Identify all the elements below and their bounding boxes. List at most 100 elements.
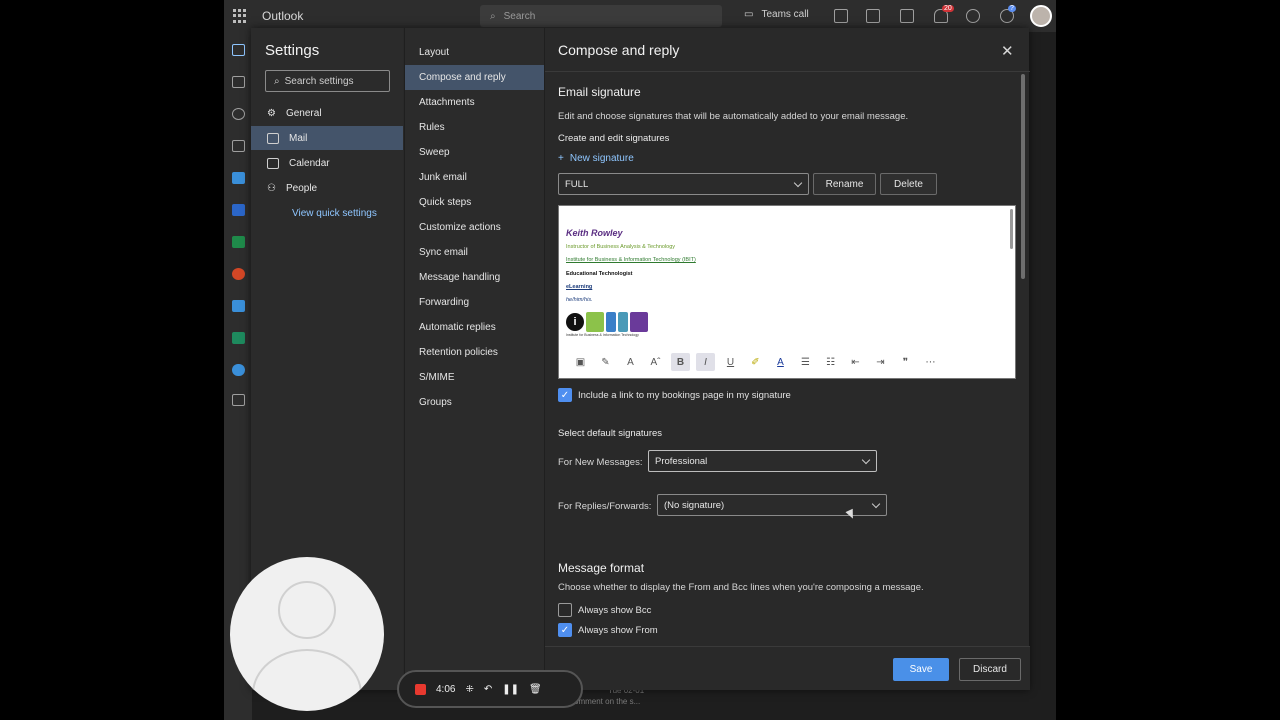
quote-icon[interactable]: ❞ [896, 353, 915, 371]
font-color-icon[interactable]: A [771, 353, 790, 371]
signature-editor[interactable]: Keith Rowley Instructor of Business Anal… [558, 205, 1016, 379]
font-size-icon[interactable]: Aˆ [646, 353, 665, 371]
category-people[interactable]: ⚇ People [251, 176, 403, 200]
category-general[interactable]: ⚙ General [251, 101, 403, 125]
save-button[interactable]: Save [893, 658, 949, 681]
calendar-icon[interactable] [232, 76, 245, 88]
subnav-quick-steps[interactable]: Quick steps [405, 190, 544, 215]
mail-icon [267, 132, 279, 144]
more-apps-icon[interactable] [232, 394, 245, 406]
video-icon: ▭ [744, 9, 754, 20]
subnav-rules[interactable]: Rules [405, 115, 544, 140]
delete-button[interactable]: Delete [880, 173, 937, 195]
signature-select-value: FULL [565, 178, 589, 190]
subnav-junk-email[interactable]: Junk email [405, 165, 544, 190]
trash-icon[interactable]: 🗑 [529, 684, 542, 695]
undo-icon[interactable]: ↶ [484, 684, 492, 695]
subnav-customize-actions[interactable]: Customize actions [405, 215, 544, 240]
gear-icon: ⚙ [267, 107, 276, 119]
office-icon[interactable] [866, 9, 880, 23]
subnav-layout[interactable]: Layout [405, 40, 544, 65]
subnav-forwarding[interactable]: Forwarding [405, 290, 544, 315]
todo-icon[interactable] [232, 172, 245, 184]
subnav-sync-email[interactable]: Sync email [405, 240, 544, 265]
decrease-indent-icon[interactable]: ⇤ [846, 353, 865, 371]
teams-call-button[interactable]: ▭ Teams call [744, 9, 809, 20]
pane-scrollbar[interactable] [1021, 74, 1025, 279]
subnav-compose-and-reply[interactable]: Compose and reply [405, 65, 544, 90]
bookings-checkbox[interactable]: ✓ [558, 388, 572, 402]
new-signature-button[interactable]: + New signature [558, 153, 634, 164]
close-icon[interactable]: ✕ [1001, 42, 1014, 60]
top-search-placeholder: Search [503, 10, 536, 22]
word-icon[interactable] [232, 204, 245, 216]
chat-icon[interactable] [834, 9, 848, 23]
editor-scrollbar[interactable] [1010, 209, 1013, 249]
subnav-retention-policies[interactable]: Retention policies [405, 340, 544, 365]
settings-search-input[interactable]: ⌕ Search settings [265, 70, 390, 92]
teams-call-label: Teams call [761, 9, 809, 20]
search-icon: ⌕ [274, 75, 280, 87]
logo-bar-teal [618, 312, 628, 332]
category-mail-label: Mail [289, 132, 308, 144]
avatar[interactable] [1030, 5, 1052, 27]
underline-icon[interactable]: U [721, 353, 740, 371]
format-painter-icon[interactable]: ✎ [596, 353, 615, 371]
font-icon[interactable]: A [621, 353, 640, 371]
subnav-automatic-replies[interactable]: Automatic replies [405, 315, 544, 340]
italic-icon[interactable]: I [696, 353, 715, 371]
sway-icon[interactable] [232, 332, 245, 344]
pause-icon[interactable]: ❚❚ [502, 684, 519, 695]
app-name[interactable]: Outlook [262, 9, 303, 23]
new-messages-label: For New Messages: [558, 457, 643, 468]
yammer-icon[interactable] [232, 300, 245, 312]
gear-icon[interactable] [966, 9, 980, 23]
increase-indent-icon[interactable]: ⇥ [871, 353, 890, 371]
discard-button[interactable]: Discard [959, 658, 1021, 681]
signature-select[interactable]: FULL [558, 173, 809, 195]
attach-icon[interactable] [232, 140, 245, 152]
settings-search-placeholder: Search settings [284, 75, 354, 87]
category-mail[interactable]: Mail [251, 126, 403, 150]
subnav-attachments[interactable]: Attachments [405, 90, 544, 115]
compose-reply-pane: Compose and reply ✕ Email signature Edit… [544, 28, 1030, 690]
category-calendar-label: Calendar [289, 157, 330, 169]
default-signatures-heading: Select default signatures [558, 428, 663, 439]
people-icon[interactable] [232, 108, 245, 120]
powerpoint-icon[interactable] [232, 268, 245, 280]
rename-button[interactable]: Rename [813, 173, 876, 195]
subnav-groups[interactable]: Groups [405, 390, 544, 415]
checkmark-icon: ✓ [560, 624, 570, 636]
mail-icon[interactable] [232, 44, 245, 56]
grid-icon[interactable]: ⁜ [465, 684, 473, 695]
onedrive-icon[interactable] [232, 364, 245, 376]
app-launcher-icon[interactable] [233, 9, 247, 23]
numbering-icon[interactable]: ☷ [821, 353, 840, 371]
more-options-icon[interactable]: ⋯ [921, 353, 940, 371]
category-people-label: People [285, 182, 318, 194]
view-quick-settings-link[interactable]: View quick settings [292, 208, 377, 219]
create-signatures-label: Create and edit signatures [558, 133, 670, 144]
subnav-smime[interactable]: S/MIME [405, 365, 544, 390]
subnav-message-handling[interactable]: Message handling [405, 265, 544, 290]
from-checkbox[interactable]: ✓ [558, 623, 572, 637]
webcam-overlay [230, 557, 384, 711]
top-search-box[interactable]: ⌕ Search [480, 5, 722, 27]
new-messages-select[interactable]: Professional [648, 450, 877, 472]
highlight-icon[interactable]: ✐ [746, 353, 765, 371]
feedback-icon[interactable] [900, 9, 914, 23]
signature-line-1: Instructor of Business Analysis & Techno… [566, 244, 676, 250]
subnav-sweep[interactable]: Sweep [405, 140, 544, 165]
bold-icon[interactable]: B [671, 353, 690, 371]
email-signature-description: Edit and choose signatures that will be … [558, 111, 909, 122]
bcc-checkbox[interactable] [558, 603, 572, 617]
category-calendar[interactable]: Calendar [251, 151, 403, 175]
stop-record-icon[interactable] [415, 683, 426, 695]
image-icon[interactable]: ▣ [571, 353, 590, 371]
logo-bar-blue [606, 312, 616, 332]
webcam-body-placeholder [252, 649, 362, 711]
excel-icon[interactable] [232, 236, 245, 248]
pane-footer: Save Discard [545, 646, 1030, 690]
bullets-icon[interactable]: ☰ [796, 353, 815, 371]
recording-time: 4:06 [436, 683, 456, 695]
